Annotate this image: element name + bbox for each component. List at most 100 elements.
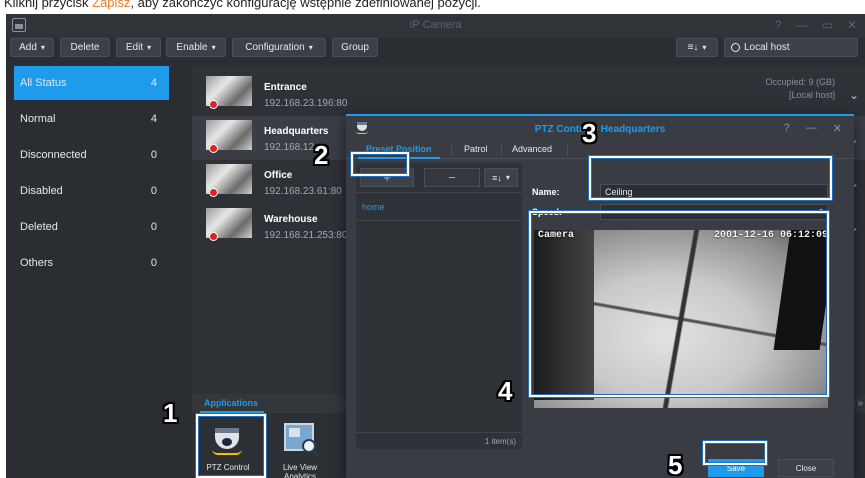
sort-icon: ≡↓ — [687, 42, 699, 53]
sidebar-item-count: 4 — [150, 77, 157, 89]
close-button[interactable]: Close — [778, 459, 834, 477]
list-item[interactable]: home — [356, 195, 522, 221]
camera-ip: 192.168.23.61:80 — [264, 186, 342, 197]
delete-label: Delete — [70, 42, 100, 53]
sidebar-item-disabled[interactable]: Disabled 0 — [14, 174, 169, 208]
sidebar-item-all-status[interactable]: All Status 4 — [14, 66, 169, 100]
live-view-analytics-app[interactable]: Live View Analytics — [270, 421, 330, 478]
toolbar: Add Delete Edit Enable Configuration Gro… — [6, 38, 865, 59]
remove-preset-button[interactable]: − — [424, 168, 480, 187]
group-button[interactable]: Group — [332, 38, 378, 57]
sort-icon: ≡↓ — [492, 172, 502, 183]
group-label: Group — [341, 42, 369, 53]
sort-presets-button[interactable]: ≡↓ — [484, 168, 518, 187]
speed-select[interactable]: - ▾ — [600, 204, 828, 220]
status-sidebar: All Status 4 Normal 4 Disconnected 0 Dis… — [6, 66, 180, 478]
sidebar-item-label: Disconnected — [20, 149, 87, 161]
save-button[interactable]: Save — [708, 459, 764, 477]
sidebar-item-count: 0 — [150, 221, 157, 233]
sidebar-item-disconnected[interactable]: Disconnected 0 — [14, 138, 169, 172]
camera-name: Warehouse — [264, 214, 318, 225]
speed-value: - — [605, 206, 608, 216]
tab-patrol[interactable]: Patrol — [464, 144, 488, 154]
help-icon[interactable]: ? — [784, 122, 790, 135]
close-label: Close — [795, 463, 817, 473]
preset-name: home — [362, 202, 385, 212]
tab-preset-position[interactable]: Preset Position — [358, 144, 440, 159]
search-icon — [731, 43, 740, 52]
step-marker-2: 2 — [314, 140, 329, 170]
camera-thumbnail — [206, 164, 252, 197]
chevron-down-icon[interactable]: ⌄ — [849, 88, 859, 102]
recording-icon — [209, 144, 218, 153]
close-icon[interactable]: ✕ — [847, 18, 857, 32]
dialog-title: PTZ Control - Headquarters — [534, 124, 666, 135]
sidebar-item-label: Others — [20, 257, 54, 269]
camera-ip: 192.168.23.196:80 — [264, 98, 348, 109]
camera-ip: 192.168.21.253:80 — [264, 230, 348, 241]
step-marker-5: 5 — [668, 450, 683, 478]
sort-button[interactable]: ≡↓ — [676, 38, 718, 57]
enable-label: Enable — [176, 42, 208, 53]
instruction-before: Kliknij przycisk — [4, 0, 93, 10]
collapse-icon[interactable]: » — [857, 398, 863, 409]
sidebar-item-normal[interactable]: Normal 4 — [14, 102, 169, 136]
host-search-field[interactable]: Local host — [724, 38, 858, 57]
camera-ip: 192.168.12. — [264, 142, 317, 153]
title-bar: IP Camera ? — ▭ ✕ — [6, 14, 865, 38]
recording-icon — [209, 232, 218, 241]
ptz-control-app[interactable]: PTZ Control — [198, 421, 258, 478]
minimize-icon[interactable]: — — [796, 18, 808, 32]
edit-button[interactable]: Edit — [116, 38, 161, 57]
app-label: Live View Analytics — [282, 463, 318, 478]
dialog-tabs: Preset Position Patrol Advanced — [346, 139, 854, 159]
ip-camera-window: IP Camera ? — ▭ ✕ Add Delete Edit Enable… — [6, 14, 865, 478]
minimize-icon[interactable]: — — [806, 122, 817, 135]
add-preset-button[interactable]: + — [360, 168, 414, 187]
preview-image-duct — [534, 230, 594, 400]
instruction-highlight: Zapisz — [92, 0, 131, 10]
add-label: Add — [19, 42, 37, 53]
step-marker-4: 4 — [498, 376, 513, 406]
tab-advanced[interactable]: Advanced — [512, 144, 552, 154]
name-field[interactable] — [600, 184, 828, 200]
sidebar-item-count: 0 — [150, 257, 157, 269]
add-button[interactable]: Add — [10, 38, 54, 57]
camera-name: Headquarters — [264, 126, 329, 137]
configuration-button[interactable]: Configuration — [232, 38, 326, 57]
app-label: PTZ Control — [206, 463, 250, 472]
delete-button[interactable]: Delete — [60, 38, 110, 57]
camera-thumbnail — [206, 208, 252, 241]
maximize-icon[interactable]: ▭ — [822, 18, 833, 32]
sidebar-item-label: Disabled — [20, 185, 63, 197]
plus-icon: + — [383, 170, 391, 185]
enable-button[interactable]: Enable — [166, 38, 226, 57]
preview-osd: Camera 2001-12-16 06:12:09 — [538, 230, 828, 241]
step-marker-1: 1 — [163, 398, 178, 428]
edit-label: Edit — [125, 42, 144, 53]
dialog-window-controls: ? — ✕ — [784, 122, 842, 135]
close-icon[interactable]: ✕ — [833, 122, 842, 135]
ptz-control-dialog: PTZ Control - Headquarters ? — ✕ Preset … — [346, 114, 854, 478]
help-icon[interactable]: ? — [775, 18, 782, 32]
sidebar-item-deleted[interactable]: Deleted 0 — [14, 210, 169, 244]
preset-list-pane: + − ≡↓ home 1 item(s) — [356, 163, 522, 449]
camera-thumbnail — [206, 120, 252, 153]
window-controls: ? — ▭ ✕ — [775, 18, 857, 32]
sidebar-item-label: All Status — [20, 77, 67, 89]
sidebar-item-others[interactable]: Others 0 — [14, 246, 169, 280]
window-title: IP Camera — [409, 19, 462, 31]
name-label: Name: — [532, 187, 560, 197]
osd-timestamp: 2001-12-16 06:12:09 — [713, 230, 828, 241]
preset-toolbar: + − ≡↓ — [356, 163, 522, 193]
save-label: Save — [726, 463, 746, 473]
host-filter-value: Local host — [744, 42, 790, 53]
sidebar-item-count: 0 — [150, 185, 157, 197]
sidebar-item-count: 4 — [150, 113, 157, 125]
tab-applications[interactable]: Applications — [199, 398, 265, 413]
sidebar-item-label: Normal — [20, 113, 56, 125]
camera-thumbnail — [206, 76, 252, 109]
camera-row[interactable]: Entrance 192.168.23.196:80 ⌄ — [192, 72, 865, 116]
minus-icon: − — [448, 170, 456, 185]
camera-name: Office — [264, 170, 293, 181]
